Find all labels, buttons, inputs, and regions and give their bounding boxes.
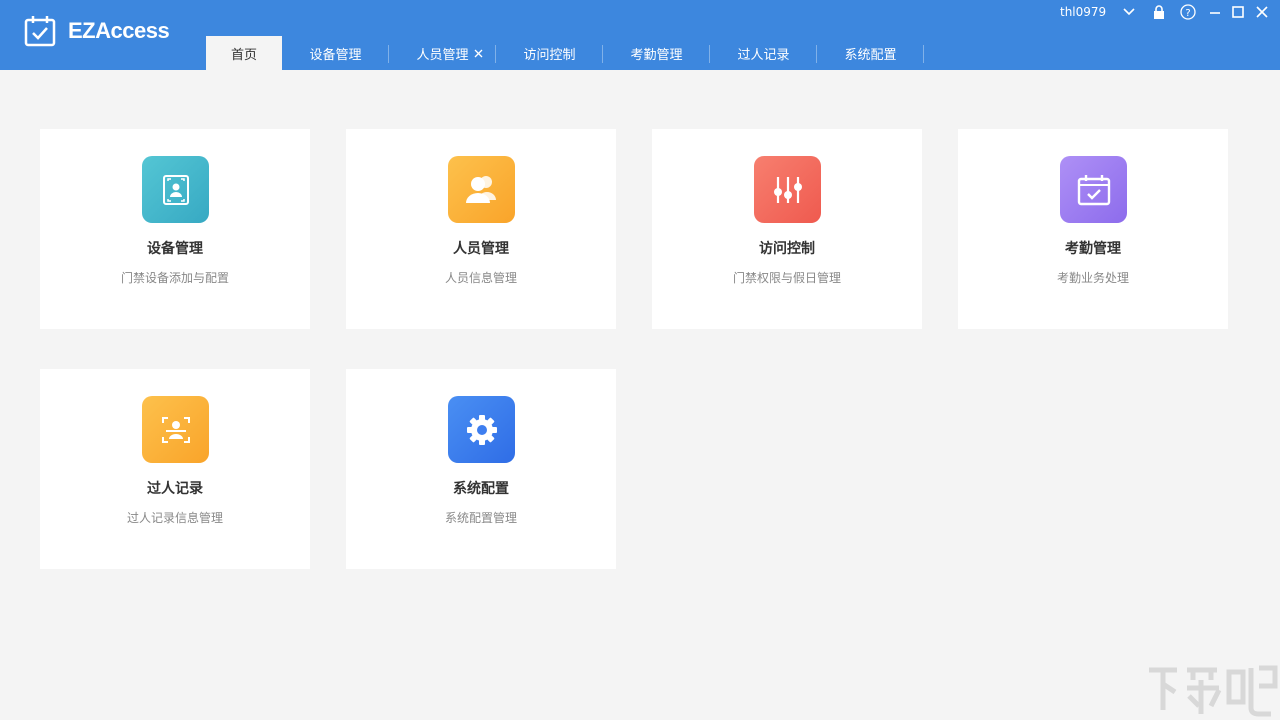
minimize-icon[interactable] — [1207, 4, 1223, 20]
card-personnel-management[interactable]: 人员管理 人员信息管理 — [346, 129, 616, 329]
face-scan-icon — [142, 396, 209, 463]
tab-divider — [923, 45, 924, 63]
watermark-logo — [1143, 660, 1278, 718]
calendar-check-icon — [1060, 156, 1127, 223]
help-icon[interactable]: ? — [1180, 4, 1196, 20]
title-bar: EZAccess 首页 设备管理 人员管理 访问控制 考勤管理 过人记录 系统配… — [0, 0, 1280, 70]
card-title: 过人记录 — [40, 478, 310, 498]
tab-system-config[interactable]: 系统配置 — [817, 36, 924, 70]
close-icon[interactable] — [1254, 4, 1270, 20]
tab-label: 系统配置 — [844, 44, 896, 63]
card-pass-records[interactable]: 过人记录 过人记录信息管理 — [40, 369, 310, 569]
main-tabs: 首页 设备管理 人员管理 访问控制 考勤管理 过人记录 系统配置 — [206, 36, 924, 70]
card-attendance-management[interactable]: 考勤管理 考勤业务处理 — [958, 129, 1228, 329]
svg-text:?: ? — [1185, 8, 1190, 19]
tab-label: 设备管理 — [309, 44, 361, 63]
card-title: 考勤管理 — [958, 238, 1228, 258]
user-name[interactable]: thl0979 — [1060, 5, 1106, 19]
card-access-control[interactable]: 访问控制 门禁权限与假日管理 — [652, 129, 922, 329]
card-description: 考勤业务处理 — [958, 269, 1228, 286]
card-description: 门禁权限与假日管理 — [652, 269, 922, 286]
app-title: EZAccess — [68, 18, 169, 44]
tab-home[interactable]: 首页 — [206, 36, 282, 70]
chevron-down-icon[interactable] — [1121, 4, 1137, 20]
tab-device-management[interactable]: 设备管理 — [282, 36, 389, 70]
card-description: 人员信息管理 — [346, 269, 616, 286]
people-icon — [448, 156, 515, 223]
card-title: 系统配置 — [346, 478, 616, 498]
calendar-check-logo-icon — [23, 15, 57, 47]
card-system-config[interactable]: 系统配置 系统配置管理 — [346, 369, 616, 569]
device-icon — [142, 156, 209, 223]
card-title: 人员管理 — [346, 238, 616, 258]
card-device-management[interactable]: 设备管理 门禁设备添加与配置 — [40, 129, 310, 329]
tab-close-icon[interactable] — [472, 46, 484, 60]
tab-label: 首页 — [231, 44, 257, 63]
lock-icon[interactable] — [1151, 4, 1167, 20]
tab-label: 人员管理 — [416, 44, 468, 63]
card-description: 系统配置管理 — [346, 509, 616, 526]
tab-label: 过人记录 — [737, 44, 789, 63]
tab-access-control[interactable]: 访问控制 — [496, 36, 603, 70]
maximize-icon[interactable] — [1230, 4, 1246, 20]
sliders-icon — [754, 156, 821, 223]
card-description: 过人记录信息管理 — [40, 509, 310, 526]
tab-label: 考勤管理 — [630, 44, 682, 63]
card-description: 门禁设备添加与配置 — [40, 269, 310, 286]
tab-personnel-management[interactable]: 人员管理 — [389, 36, 496, 70]
tab-attendance[interactable]: 考勤管理 — [603, 36, 710, 70]
card-title: 设备管理 — [40, 238, 310, 258]
card-title: 访问控制 — [652, 238, 922, 258]
tab-pass-records[interactable]: 过人记录 — [710, 36, 817, 70]
gear-icon — [448, 396, 515, 463]
tab-label: 访问控制 — [523, 44, 575, 63]
